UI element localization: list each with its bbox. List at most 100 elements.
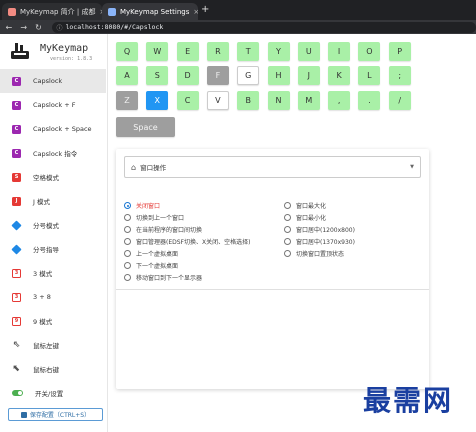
action-panel: ⌂ 窗口操作 ▼ 关闭窗口 切换到上一个窗口 在当前程序的窗口间切换 窗口管理器… (116, 149, 429, 389)
key-e[interactable]: E (176, 42, 199, 61)
new-tab-icon[interactable]: + (201, 4, 209, 15)
radio-center-1370[interactable]: 窗口居中(1370x930) (284, 237, 355, 246)
key-x[interactable]: X (146, 91, 169, 110)
sidebar-item-capslock[interactable]: C Capslock (0, 69, 106, 93)
key-z[interactable]: Z (116, 91, 138, 110)
radio-label: 关闭窗口 (136, 203, 161, 210)
sidebar-item-capslock-space[interactable]: C Capslock + Space (0, 117, 106, 141)
sidebar-item-label: J 模式 (33, 198, 50, 206)
sidebar-item-3-plus-8[interactable]: 3 3 + 8 (0, 285, 106, 309)
sidebar-item-capslock-f[interactable]: C Capslock + F (0, 93, 106, 117)
radio-label: 在当前程序的窗口间切换 (136, 227, 203, 234)
sidebar-item-j-mode[interactable]: J J 模式 (0, 189, 106, 213)
sidebar-item-label: Capslock 指令 (33, 150, 78, 158)
radio-dot (124, 274, 131, 281)
radio-label: 窗口管理器(EDSF切换、X关闭、空格选择) (136, 239, 251, 246)
radio-prev-desktop[interactable]: 上一个虚拟桌面 (124, 249, 178, 258)
radio-label: 切换到上一个窗口 (136, 215, 185, 222)
key-symbol[interactable]: , (328, 91, 351, 110)
sidebar-item-toggle-settings[interactable]: 开关/设置 (0, 381, 106, 405)
radio-label: 窗口居中(1200x800) (296, 227, 355, 234)
key-j[interactable]: J (297, 66, 320, 85)
radio-switch-app-windows[interactable]: 在当前程序的窗口间切换 (124, 225, 202, 234)
key-n[interactable]: N (267, 91, 290, 110)
sidebar-item-mouse-left[interactable]: ⇖ 鼠标左键 (0, 333, 106, 357)
key-p[interactable]: P (388, 42, 411, 61)
sidebar-item-3-mode[interactable]: 3 3 模式 (0, 261, 106, 285)
forward-arrow-icon[interactable]: → (18, 23, 30, 32)
radio-window-manager[interactable]: 窗口管理器(EDSF切换、X关闭、空格选择) (124, 237, 250, 246)
key-symbol[interactable]: . (358, 91, 381, 110)
reload-icon[interactable]: ↻ (33, 23, 45, 32)
radio-label: 下一个虚拟桌面 (136, 263, 179, 270)
sidebar-item-label: 空格模式 (33, 174, 59, 182)
key-f[interactable]: F (206, 66, 229, 85)
sidebar-item-label: 鼠标左键 (33, 342, 59, 350)
radio-toggle-topmost[interactable]: 切换窗口置顶状态 (284, 249, 344, 258)
key-r[interactable]: R (206, 42, 229, 61)
radio-minimize[interactable]: 窗口最小化 (284, 213, 326, 222)
radio-dot (124, 214, 131, 221)
radio-label: 切换窗口置顶状态 (296, 251, 345, 258)
s-red-icon: S (12, 172, 21, 182)
key-b[interactable]: B (237, 91, 260, 110)
cursor-outline-icon: ⇖ (12, 340, 21, 350)
browser-tab-mykeymap-intro[interactable]: MyKeymap 简介 | 成都 × (2, 3, 102, 20)
key-m[interactable]: M (297, 91, 320, 110)
radio-label: 窗口最小化 (296, 215, 327, 222)
address-bar: ← → ↻ ⓘ localhost:8080/#/Capslock (0, 20, 476, 34)
key-space[interactable]: Space (116, 117, 175, 137)
key-symbol[interactable]: / (388, 91, 411, 110)
sidebar-item-semicolon-guide[interactable]: 分号指导 (0, 237, 106, 261)
radio-move-to-next-monitor[interactable]: 移动窗口到下一个显示器 (124, 273, 202, 282)
sidebar-item-label: 鼠标右键 (33, 366, 59, 374)
tab-close-icon[interactable]: × (189, 8, 198, 16)
sidebar-item-capslock-command[interactable]: C Capslock 指令 (0, 141, 106, 165)
key-t[interactable]: T (237, 42, 260, 61)
key-u[interactable]: U (297, 42, 320, 61)
radio-dot (284, 250, 291, 257)
radio-center-1200[interactable]: 窗口居中(1200x800) (284, 225, 355, 234)
sidebar-item-mouse-right[interactable]: ⬉ 鼠标右键 (0, 357, 106, 381)
browser-tab-settings[interactable]: MyKeymap Settings × (102, 3, 198, 20)
radio-next-desktop[interactable]: 下一个虚拟桌面 (124, 261, 178, 270)
sidebar-item-space-mode[interactable]: S 空格模式 (0, 165, 106, 189)
key-l[interactable]: L (358, 66, 381, 85)
key-s[interactable]: S (146, 66, 169, 85)
c-purple-icon: C (12, 148, 21, 158)
save-config-button[interactable]: 保存配置（CTRL+S） (8, 408, 103, 421)
back-arrow-icon[interactable]: ← (3, 23, 15, 32)
mykeymap-logo-icon (11, 43, 29, 59)
radio-switch-prev-window[interactable]: 切换到上一个窗口 (124, 213, 184, 222)
key-symbol[interactable]: ; (388, 66, 411, 85)
radio-maximize[interactable]: 窗口最大化 (284, 201, 326, 210)
tab-title: MyKeymap Settings (120, 7, 190, 16)
key-d[interactable]: D (176, 66, 199, 85)
app-name: MyKeymap (40, 43, 89, 54)
sidebar-item-label: Capslock + Space (33, 125, 92, 133)
radio-dot (284, 214, 291, 221)
sidebar-item-label: 分号模式 (33, 222, 59, 230)
sidebar-item-semicolon-mode[interactable]: 分号模式 (0, 213, 106, 237)
tab-favicon-icon (108, 7, 116, 16)
key-i[interactable]: I (328, 42, 351, 61)
sidebar-item-label: 3 + 8 (33, 293, 51, 301)
radio-label: 窗口最大化 (296, 203, 327, 210)
key-q[interactable]: Q (116, 42, 138, 61)
key-c[interactable]: C (176, 91, 199, 110)
tab-favicon-icon (8, 7, 16, 16)
radio-label: 移动窗口到下一个显示器 (136, 275, 203, 282)
radio-dot (284, 238, 291, 245)
sidebar-item-9-mode[interactable]: 9 9 模式 (0, 309, 106, 333)
key-a[interactable]: A (116, 66, 138, 85)
action-category-select[interactable]: ⌂ 窗口操作 ▼ (124, 156, 421, 178)
key-o[interactable]: O (358, 42, 381, 61)
key-k[interactable]: K (328, 66, 351, 85)
key-v[interactable]: V (206, 91, 229, 110)
key-h[interactable]: H (267, 66, 290, 85)
key-w[interactable]: W (146, 42, 169, 61)
url-input[interactable]: ⓘ localhost:8080/#/Capslock (52, 21, 476, 33)
key-g[interactable]: G (237, 66, 260, 85)
radio-close-window[interactable]: 关闭窗口 (124, 201, 160, 210)
key-y[interactable]: Y (267, 42, 290, 61)
